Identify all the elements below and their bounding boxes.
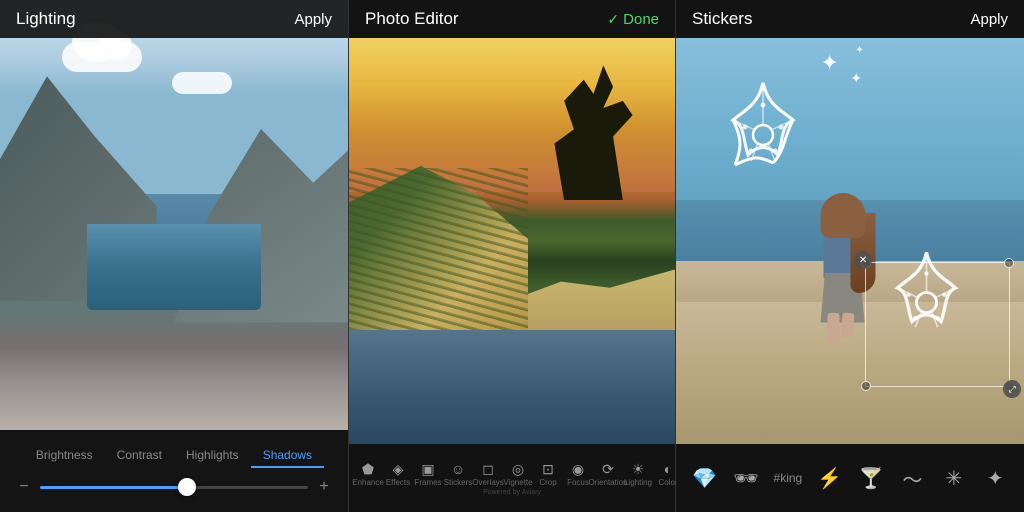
tool-overlays[interactable]: ◻ Overlays [473,462,503,487]
sticker-tool-starfish[interactable]: ✦ [981,466,1009,491]
stickers-apply-button[interactable]: Apply [970,11,1008,28]
lighting-icon: ☀ [632,462,645,476]
diamond-icon: 💎 [692,466,717,491]
focus-icon: ◉ [572,462,584,476]
tab-contrast[interactable]: Contrast [105,444,174,468]
sparkle-icon-2: ✦ [850,70,862,87]
editor-top-bar: Photo Editor ✓ Done [349,0,675,38]
person-leg-right [840,312,854,338]
editor-title: Photo Editor [365,9,459,29]
slider-thumb[interactable] [178,478,196,496]
sticker-starfish-large[interactable] [693,70,853,190]
sticker-tool-sunglasses[interactable]: 🕶 [732,466,760,491]
frames-label: Frames [414,478,441,487]
sticker-tool-hashtag[interactable]: #king [774,471,803,485]
vignette-label: Vignette [503,478,532,487]
tab-brightness[interactable]: Brightness [24,444,105,468]
squiggle-icon: 〜 [902,464,922,493]
tab-shadows[interactable]: Shadows [251,444,324,468]
sunglasses-icon: 🕶 [733,466,758,491]
overlays-icon: ◻ [482,462,494,476]
slider-minus: − [16,478,32,496]
cloud-1 [62,42,142,72]
editor-toolbar: ⬟ Enhance ◈ Effects ▣ Frames ☺ Stickers … [349,444,675,512]
veg-overlay [349,168,528,330]
stickers-top-bar: Stickers Apply [676,0,1024,38]
stickers-photo: ✦ ✦ ✦ ✕ ⤢ [676,38,1024,444]
water-body [87,224,261,310]
crop-icon: ⊡ [542,462,554,476]
orientation-label: Orientation [588,478,627,487]
editor-done-button[interactable]: ✓ Done [607,11,659,28]
sticker-toolbar: 💎 🕶 #king ⚡ 🍸 〜 ✳ ✦ [676,444,1024,512]
tool-effects[interactable]: ◈ Effects [383,462,413,487]
ocean-area [349,322,675,444]
lighting-top-bar: Lighting Apply [0,0,348,38]
editor-panel: Photo Editor ✓ Done ⬟ Enhance ◈ Effects … [348,0,676,512]
sticker-tool-sparkle[interactable]: ✳ [940,466,968,491]
editor-photo [349,38,675,444]
overlays-label: Overlays [472,478,504,487]
enhance-label: Enhance [352,478,384,487]
stickers-title: Stickers [692,9,752,29]
orientation-icon: ⟳ [602,462,614,476]
lighting-apply-button[interactable]: Apply [294,11,332,28]
color-icon: ◐ [664,462,672,476]
frames-icon: ▣ [421,462,434,476]
powered-by-label: Powered by Aviary [483,489,541,496]
sparkle-icon: ✳ [945,466,962,491]
stickers-icon: ☺ [451,462,465,476]
slider-plus: + [316,478,332,496]
lightning-icon: ⚡ [817,466,842,491]
lighting-label: Lighting [624,478,652,487]
stickers-label: Stickers [444,478,472,487]
starfish-icon: ✦ [987,466,1004,491]
crop-label: Crop [539,478,556,487]
sticker-tool-squiggle[interactable]: 〜 [898,464,926,493]
color-label: Color [658,478,677,487]
tool-stickers[interactable]: ☺ Stickers [443,462,473,487]
sticker-tool-lightning[interactable]: ⚡ [816,466,844,491]
vignette-icon: ◎ [512,462,524,476]
stickers-panel: Stickers Apply [676,0,1024,512]
tab-highlights[interactable]: Highlights [174,444,251,468]
beach-area [512,269,675,330]
effects-icon: ◈ [393,462,404,476]
cocktail-icon: 🍸 [859,466,884,491]
sticker-tool-cocktail[interactable]: 🍸 [857,466,885,491]
lighting-title: Lighting [16,9,76,29]
tool-enhance[interactable]: ⬟ Enhance [353,462,383,487]
cloud-2 [172,72,232,94]
toolbar-icons: ⬟ Enhance ◈ Effects ▣ Frames ☺ Stickers … [349,462,675,487]
check-icon: ✓ [607,11,619,28]
effects-label: Effects [386,478,410,487]
slider-track[interactable] [40,486,308,489]
slider-row: − + [16,478,332,496]
hashtag-icon: #king [774,471,803,485]
sticker-starfish-small[interactable] [854,240,999,365]
tool-frames[interactable]: ▣ Frames [413,462,443,487]
enhance-icon: ⬟ [362,462,374,476]
tool-crop[interactable]: ⊡ Crop [533,462,563,487]
lighting-panel: Lighting Apply Brightness Contrast Highl… [0,0,348,512]
lighting-photo [0,0,348,430]
focus-label: Focus [567,478,589,487]
adjustment-tabs: Brightness Contrast Highlights Shadows [24,444,324,468]
done-label: Done [623,11,659,28]
sparkle-icon-1: ✦ [820,50,838,76]
tool-vignette[interactable]: ◎ Vignette [503,462,533,487]
lighting-controls: Brightness Contrast Highlights Shadows −… [0,430,348,512]
sparkle-icon-3: ✦ [855,45,863,56]
tool-orientation[interactable]: ⟳ Orientation [593,462,623,487]
person-hair [821,193,866,238]
tool-lighting[interactable]: ☀ Lighting [623,462,653,487]
sticker-transform-container[interactable]: ✕ ⤢ [865,262,1010,387]
person-leg-left [828,313,840,343]
sticker-tool-diamond[interactable]: 💎 [691,466,719,491]
slider-fill [40,486,187,489]
